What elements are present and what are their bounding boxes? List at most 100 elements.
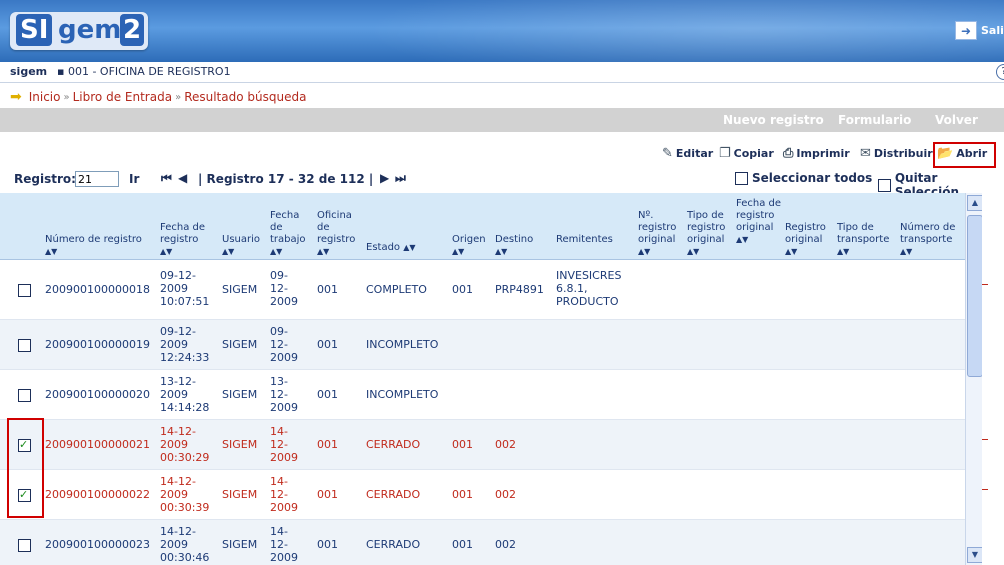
cell-trabajo: 14-12-2009 bbox=[270, 525, 298, 564]
col-usuario[interactable]: Usuario ▲▼ bbox=[222, 234, 266, 256]
col-origen[interactable]: Origen ▲▼ bbox=[452, 234, 492, 256]
clipped-dash bbox=[982, 489, 988, 490]
breadcrumb-inicio[interactable]: Inicio bbox=[29, 90, 61, 104]
envelope-icon: ✉ bbox=[860, 146, 871, 161]
cell-origen: 001 bbox=[452, 538, 473, 551]
scroll-down-icon[interactable]: ▼ bbox=[967, 547, 983, 563]
select-all[interactable]: Seleccionar todos bbox=[735, 171, 872, 185]
col-estado[interactable]: Estado ▲▼ bbox=[366, 242, 446, 254]
cell-oficina: 001 bbox=[317, 388, 338, 401]
breadcrumb-separator: » bbox=[175, 91, 182, 103]
row-checkbox[interactable] bbox=[18, 538, 31, 552]
sort-icon: ▲▼ bbox=[837, 247, 850, 256]
row-checkbox[interactable] bbox=[18, 388, 31, 402]
cell-destino: 002 bbox=[495, 438, 516, 451]
select-all-checkbox[interactable] bbox=[735, 171, 748, 185]
cell-usuario: SIGEM bbox=[222, 538, 258, 551]
open-highlight-box bbox=[933, 142, 996, 168]
cell-usuario: SIGEM bbox=[222, 338, 258, 351]
cell-numero[interactable]: 200900100000020 bbox=[45, 388, 150, 401]
cell-numero[interactable]: 200900100000018 bbox=[45, 283, 150, 296]
col-tipo-registro-original[interactable]: Tipo de registro original ▲▼ bbox=[687, 210, 733, 256]
table-row[interactable]: 200900100000020 13-12-2009 14:14:28 SIGE… bbox=[0, 370, 965, 420]
col-numero-transporte[interactable]: Número de transporte ▲▼ bbox=[900, 222, 960, 256]
col-numero-registro[interactable]: Número de registro ▲▼ bbox=[45, 234, 157, 256]
cell-numero[interactable]: 200900100000021 bbox=[45, 438, 150, 451]
sort-icon: ▲▼ bbox=[222, 247, 235, 256]
col-registro-original[interactable]: Registro original ▲▼ bbox=[785, 222, 833, 256]
col-tipo-transporte[interactable]: Tipo de transporte ▲▼ bbox=[837, 222, 895, 256]
cell-origen: 001 bbox=[452, 438, 473, 451]
prev-page-icon[interactable]: ◀ bbox=[178, 171, 187, 185]
copy-icon: ❐ bbox=[719, 146, 731, 161]
row-checkbox[interactable] bbox=[18, 338, 31, 352]
record-toolbar: ✎ Editar ❐ Copiar ⎙ Imprimir ✉ Distribui… bbox=[0, 142, 1004, 166]
col-destino[interactable]: Destino ▲▼ bbox=[495, 234, 551, 256]
distribute-button[interactable]: ✉ Distribuir bbox=[860, 146, 933, 161]
table-row[interactable]: 200900100000018 09-12-2009 10:07:51 SIGE… bbox=[0, 259, 965, 320]
selected-rows-highlight-box bbox=[7, 418, 44, 518]
cell-numero[interactable]: 200900100000023 bbox=[45, 538, 150, 551]
vertical-scrollbar[interactable]: ▲ ▼ bbox=[965, 193, 983, 565]
table-row[interactable]: 200900100000022 14-12-2009 00:30:39 SIGE… bbox=[0, 470, 965, 520]
cell-trabajo: 14-12-2009 bbox=[270, 475, 298, 514]
sort-icon: ▲▼ bbox=[736, 235, 749, 244]
row-checkbox[interactable] bbox=[18, 283, 31, 297]
help-icon[interactable]: ? bbox=[996, 64, 1004, 80]
edit-icon: ✎ bbox=[662, 146, 673, 161]
cell-usuario: SIGEM bbox=[222, 283, 258, 296]
sort-icon: ▲▼ bbox=[687, 247, 700, 256]
col-num-registro-original[interactable]: Nº. registro original ▲▼ bbox=[638, 210, 684, 256]
cell-fecha: 09-12-2009 12:24:33 bbox=[160, 325, 210, 364]
col-oficina-registro[interactable]: Oficina de registro ▲▼ bbox=[317, 210, 361, 256]
user-bar: sigem ▪ 001 - OFICINA DE REGISTRO1 ? bbox=[0, 62, 1004, 83]
copy-button[interactable]: ❐ Copiar bbox=[719, 146, 774, 161]
exit-arrow-icon: ➜ bbox=[955, 21, 977, 40]
registro-input[interactable] bbox=[75, 171, 119, 187]
registro-label: Registro: bbox=[14, 172, 76, 186]
cell-trabajo: 09-12-2009 bbox=[270, 269, 298, 308]
printer-icon: ⎙ bbox=[783, 146, 794, 161]
table-row[interactable]: 200900100000021 14-12-2009 00:30:29 SIGE… bbox=[0, 420, 965, 470]
deselect-checkbox[interactable] bbox=[878, 178, 891, 192]
sort-icon: ▲▼ bbox=[270, 247, 283, 256]
col-fecha-registro-original[interactable]: Fecha de registro original ▲▼ bbox=[736, 198, 782, 244]
cell-numero[interactable]: 200900100000022 bbox=[45, 488, 150, 501]
last-page-icon[interactable]: ⏭ bbox=[395, 171, 406, 186]
back-link[interactable]: Volver bbox=[935, 113, 978, 127]
logo-gem: gem bbox=[58, 15, 122, 45]
sort-icon: ▲▼ bbox=[452, 247, 465, 256]
breadcrumb-libro-entrada[interactable]: Libro de Entrada bbox=[73, 90, 172, 104]
next-page-icon[interactable]: ▶ bbox=[380, 171, 389, 185]
logo-si: SI bbox=[16, 14, 53, 46]
scroll-thumb[interactable] bbox=[967, 215, 983, 377]
cell-usuario: SIGEM bbox=[222, 438, 258, 451]
cell-trabajo: 09-12-2009 bbox=[270, 325, 298, 364]
print-button[interactable]: ⎙ Imprimir bbox=[783, 146, 850, 161]
edit-button[interactable]: ✎ Editar bbox=[662, 146, 713, 161]
table-header: Número de registro ▲▼ Fecha de registro ▲▼… bbox=[0, 193, 965, 260]
app-header: SI gem 2 ➜ Sali bbox=[0, 0, 1004, 62]
sort-icon: ▲▼ bbox=[785, 247, 798, 256]
col-fecha-trabajo[interactable]: Fecha de trabajo ▲▼ bbox=[270, 210, 312, 256]
exit-button[interactable]: ➜ Sali bbox=[955, 21, 1004, 40]
logo-number: 2 bbox=[120, 14, 145, 46]
cell-origen: 001 bbox=[452, 283, 473, 296]
go-button[interactable]: Ir bbox=[129, 172, 139, 186]
col-fecha-registro[interactable]: Fecha de registro ▲▼ bbox=[160, 222, 216, 256]
table-row[interactable]: 200900100000023 14-12-2009 00:30:46 SIGE… bbox=[0, 520, 965, 565]
cell-usuario: SIGEM bbox=[222, 388, 258, 401]
cell-fecha: 13-12-2009 14:14:28 bbox=[160, 375, 210, 414]
cell-numero[interactable]: 200900100000019 bbox=[45, 338, 150, 351]
first-page-icon[interactable]: ⏮ bbox=[161, 171, 172, 186]
current-office: ▪ 001 - OFICINA DE REGISTRO1 bbox=[57, 65, 231, 78]
cell-oficina: 001 bbox=[317, 438, 338, 451]
breadcrumb-separator: » bbox=[63, 91, 70, 103]
new-record-link[interactable]: Nuevo registro bbox=[723, 113, 824, 127]
table-row[interactable]: 200900100000019 09-12-2009 12:24:33 SIGE… bbox=[0, 320, 965, 370]
cell-estado: INCOMPLETO bbox=[366, 338, 439, 351]
scroll-up-icon[interactable]: ▲ bbox=[967, 195, 983, 211]
current-user: sigem bbox=[10, 65, 48, 78]
form-link[interactable]: Formulario bbox=[838, 113, 911, 127]
cell-fecha: 14-12-2009 00:30:39 bbox=[160, 475, 210, 514]
